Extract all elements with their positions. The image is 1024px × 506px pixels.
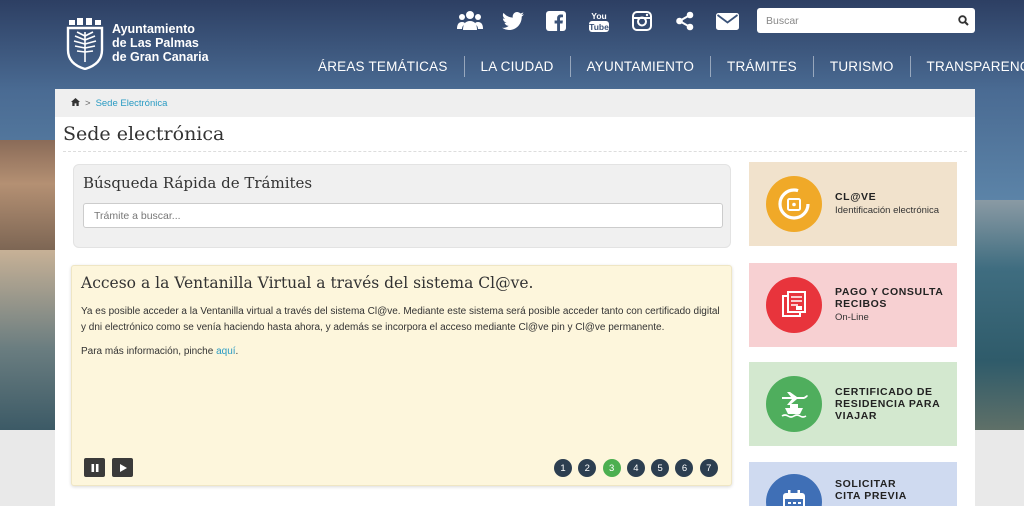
procedure-search-input[interactable] bbox=[84, 204, 722, 227]
slide-page-3[interactable]: 3 bbox=[602, 459, 621, 477]
pause-icon bbox=[91, 463, 98, 472]
nav-transparencia[interactable]: TRANSPARENCIA bbox=[911, 56, 1024, 77]
slide-page-6[interactable]: 6 bbox=[675, 459, 694, 477]
share-icon[interactable] bbox=[670, 8, 699, 34]
main-nav: ÁREAS TEMÁTICAS LA CIUDAD AYUNTAMIENTO T… bbox=[302, 56, 1024, 77]
slide-page-5[interactable]: 5 bbox=[651, 459, 670, 477]
nav-ayuntamiento[interactable]: AYUNTAMIENTO bbox=[571, 56, 712, 77]
pause-button[interactable] bbox=[84, 458, 105, 477]
social-links: You Tube bbox=[455, 8, 756, 34]
nav-areas-tematicas[interactable]: ÁREAS TEMÁTICAS bbox=[302, 56, 465, 77]
breadcrumb: > Sede Electrónica bbox=[55, 89, 975, 117]
quick-search-panel: Búsqueda Rápida de Trámites bbox=[73, 164, 731, 248]
site-search-input[interactable] bbox=[757, 8, 951, 33]
background-beach bbox=[0, 250, 56, 430]
slide-more-suffix: . bbox=[235, 346, 239, 357]
people-icon[interactable] bbox=[455, 8, 484, 34]
breadcrumb-current[interactable]: Sede Electrónica bbox=[96, 98, 168, 109]
calendar-icon bbox=[766, 474, 822, 506]
slide-more-prefix: Para más información, pinche bbox=[81, 346, 217, 357]
slide-page-4[interactable]: 4 bbox=[626, 459, 645, 477]
page-title: Sede electrónica bbox=[63, 123, 225, 145]
title-divider bbox=[63, 151, 967, 152]
logo-line-3: de Gran Canaria bbox=[112, 50, 209, 64]
logo-line-2: de Las Palmas bbox=[112, 36, 199, 50]
play-button[interactable] bbox=[112, 458, 133, 477]
card-clave-subtitle: Identificación electrónica bbox=[835, 205, 940, 216]
slide-page-1[interactable]: 1 bbox=[554, 459, 572, 477]
card-pago-recibos-subtitle: On-Line bbox=[835, 312, 869, 323]
receipt-icon bbox=[766, 277, 822, 333]
nav-tramites[interactable]: TRÁMITES bbox=[711, 56, 814, 77]
card-pago-recibos-text: PAGO Y CONSULTA RECIBOS On-Line bbox=[835, 286, 959, 324]
slide-page-2[interactable]: 2 bbox=[578, 459, 597, 477]
site-search-box bbox=[757, 8, 975, 33]
card-pago-recibos-title: PAGO Y CONSULTA RECIBOS bbox=[835, 286, 943, 310]
card-clave-title: CL@VE bbox=[835, 191, 877, 203]
coat-of-arms-icon bbox=[66, 18, 104, 70]
mail-icon[interactable] bbox=[713, 8, 742, 34]
card-cita-previa-title: SOLICITAR CITA PREVIA bbox=[835, 478, 907, 502]
background-buildings bbox=[0, 140, 56, 250]
play-icon bbox=[119, 463, 127, 472]
facebook-icon[interactable] bbox=[541, 8, 570, 34]
site-logo[interactable]: Ayuntamiento de Las Palmas de Gran Canar… bbox=[66, 16, 209, 70]
breadcrumb-separator: > bbox=[85, 97, 91, 109]
slide-more-link[interactable]: aquí bbox=[216, 346, 235, 357]
nav-la-ciudad[interactable]: LA CIUDAD bbox=[465, 56, 571, 77]
slide-pagination: 1 2 3 4 5 6 7 bbox=[554, 459, 724, 477]
youtube-icon-label-bottom: Tube bbox=[589, 22, 609, 32]
card-clave[interactable]: CL@VE Identificación electrónica bbox=[749, 162, 957, 246]
logo-line-1: Ayuntamiento bbox=[112, 22, 195, 36]
slide-body: Ya es posible acceder a la Ventanilla vi… bbox=[81, 306, 720, 333]
content-panel: > Sede Electrónica Sede electrónica Búsq… bbox=[55, 89, 975, 506]
plane-ship-icon bbox=[766, 376, 822, 432]
slide-page-7[interactable]: 7 bbox=[699, 459, 718, 477]
home-icon[interactable] bbox=[71, 97, 80, 109]
card-certificado-text: CERTIFICADO DE RESIDENCIA PARA VIAJAR bbox=[835, 386, 945, 422]
news-slider: Acceso a la Ventanilla Virtual a través … bbox=[71, 265, 732, 486]
card-certificado-title: CERTIFICADO DE RESIDENCIA PARA VIAJAR bbox=[835, 386, 940, 422]
card-certificado-residencia[interactable]: CERTIFICADO DE RESIDENCIA PARA VIAJAR bbox=[749, 362, 957, 446]
search-icon[interactable] bbox=[951, 15, 975, 26]
procedure-search-field bbox=[83, 203, 723, 228]
nav-turismo[interactable]: TURISMO bbox=[814, 56, 911, 77]
instagram-icon[interactable] bbox=[627, 8, 656, 34]
card-pago-recibos[interactable]: PAGO Y CONSULTA RECIBOS On-Line bbox=[749, 263, 957, 347]
quick-search-title: Búsqueda Rápida de Trámites bbox=[83, 174, 313, 192]
logo-text: Ayuntamiento de Las Palmas de Gran Canar… bbox=[112, 22, 209, 64]
twitter-icon[interactable] bbox=[498, 8, 527, 34]
clave-icon bbox=[766, 176, 822, 232]
card-clave-text: CL@VE Identificación electrónica bbox=[835, 191, 939, 217]
youtube-icon[interactable]: You Tube bbox=[584, 8, 613, 34]
youtube-icon-label-top: You bbox=[591, 11, 606, 21]
card-cita-previa[interactable]: SOLICITAR CITA PREVIA bbox=[749, 462, 957, 506]
slide-more-info: Para más información, pinche aquí. bbox=[81, 344, 721, 360]
slide-title: Acceso a la Ventanilla Virtual a través … bbox=[81, 274, 534, 292]
card-cita-previa-text: SOLICITAR CITA PREVIA bbox=[835, 478, 925, 502]
